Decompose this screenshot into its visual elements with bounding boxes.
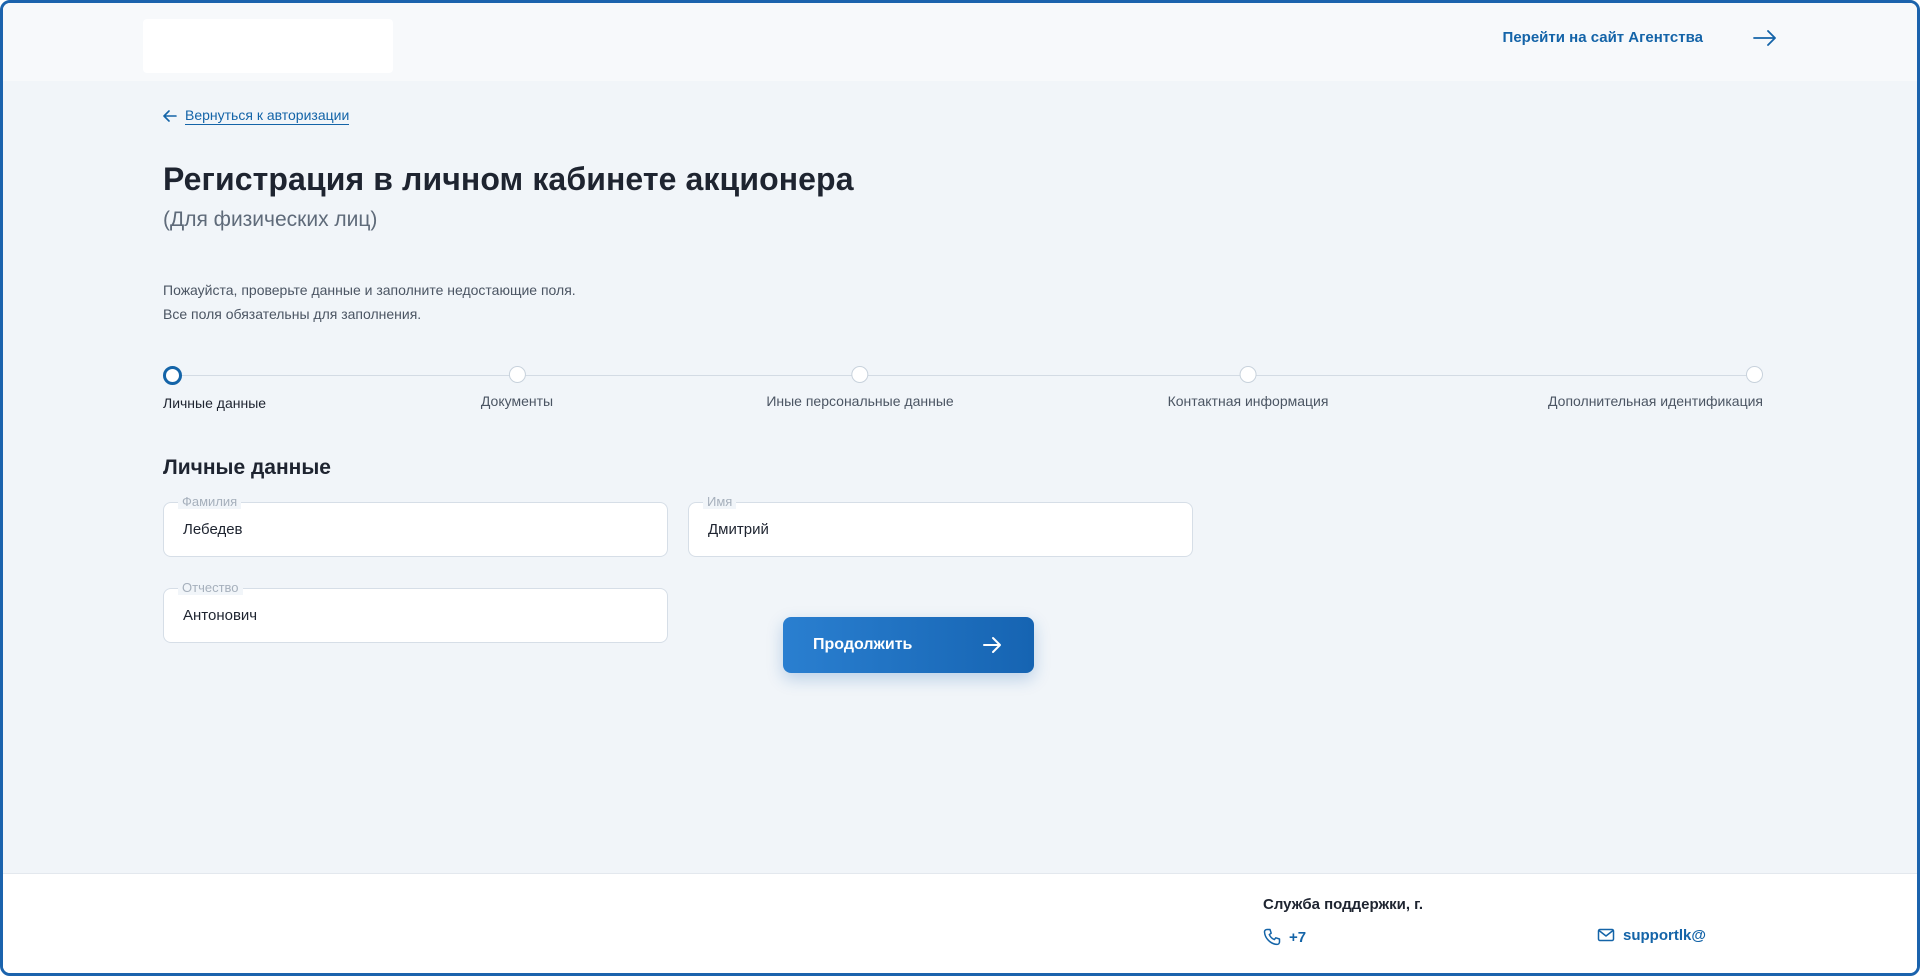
first-name-input[interactable] — [708, 521, 1168, 538]
patronymic-field[interactable]: Отчество — [163, 580, 668, 643]
stepper-line — [172, 375, 1754, 376]
continue-button[interactable]: Продолжить — [783, 617, 1034, 673]
back-link-label: Вернуться к авторизации — [185, 107, 350, 125]
instructions-line-2: Все поля обязательны для заполнения. — [163, 306, 422, 322]
instructions: Пожауйста, проверьте данные и заполните … — [163, 278, 1763, 326]
support-email: supportlk@ — [1623, 926, 1706, 944]
app-window: Перейти на сайт Агентства Вернуться к ав… — [0, 0, 1920, 976]
arrow-right-icon — [1753, 29, 1776, 46]
step-indicator — [508, 366, 526, 383]
step-indicator — [1239, 366, 1257, 383]
patronymic-label: Отчество — [178, 580, 243, 595]
step-label: Документы — [480, 393, 554, 409]
agency-site-link[interactable]: Перейти на сайт Агентства — [1503, 29, 1777, 46]
step-label: Контактная информация — [1167, 393, 1329, 409]
first-name-field[interactable]: Имя — [688, 494, 1193, 557]
last-name-field[interactable]: Фамилия — [163, 494, 668, 557]
step-personal-data[interactable]: Личные данные — [163, 366, 266, 411]
step-label: Дополнительная идентификация — [1548, 393, 1763, 409]
page-title: Регистрация в личном кабинете акционера — [163, 161, 854, 197]
phone-icon — [1263, 928, 1281, 946]
continue-button-label: Продолжить — [813, 636, 913, 653]
patronymic-input[interactable] — [183, 607, 643, 624]
section-title: Личные данные — [163, 456, 331, 479]
arrow-right-icon — [983, 637, 1001, 653]
step-contact-info[interactable]: Контактная информация — [1167, 366, 1329, 409]
step-documents[interactable]: Документы — [481, 366, 553, 409]
last-name-label: Фамилия — [178, 494, 242, 509]
registration-stepper: Личные данные Документы Иные персональны… — [163, 366, 1763, 416]
last-name-input[interactable] — [183, 521, 643, 538]
first-name-label: Имя — [703, 494, 737, 509]
header: Перейти на сайт Агентства — [3, 3, 1917, 81]
support-email-link[interactable]: supportlk@ — [1597, 926, 1706, 944]
step-label: Личные данные — [163, 395, 267, 411]
step-indicator — [851, 366, 869, 383]
step-additional-identification[interactable]: Дополнительная идентификация — [1548, 366, 1763, 409]
support-phone-link[interactable]: +7 — [1263, 928, 1306, 946]
support-phone: +7 — [1289, 928, 1307, 946]
footer: Служба поддержки, г. +7 supportlk@ — [3, 873, 1917, 973]
instructions-line-1: Пожауйста, проверьте данные и заполните … — [163, 282, 576, 298]
logo[interactable] — [143, 19, 393, 73]
agency-site-link-label: Перейти на сайт Агентства — [1502, 29, 1703, 46]
mail-icon — [1597, 928, 1615, 942]
arrow-left-icon — [163, 110, 177, 122]
back-to-auth-link[interactable]: Вернуться к авторизации — [163, 107, 350, 125]
personal-data-form: Фамилия Имя Отчество — [163, 494, 1193, 652]
main-content: Вернуться к авторизации Регистрация в ли… — [163, 107, 1763, 652]
step-label: Иные персональные данные — [766, 393, 954, 409]
step-other-personal-data[interactable]: Иные персональные данные — [766, 366, 954, 409]
step-indicator — [1746, 366, 1763, 383]
support-title: Служба поддержки, г. — [1263, 896, 1424, 913]
step-indicator-active — [163, 366, 182, 385]
page-subtitle: (Для физических лиц) — [163, 208, 378, 231]
